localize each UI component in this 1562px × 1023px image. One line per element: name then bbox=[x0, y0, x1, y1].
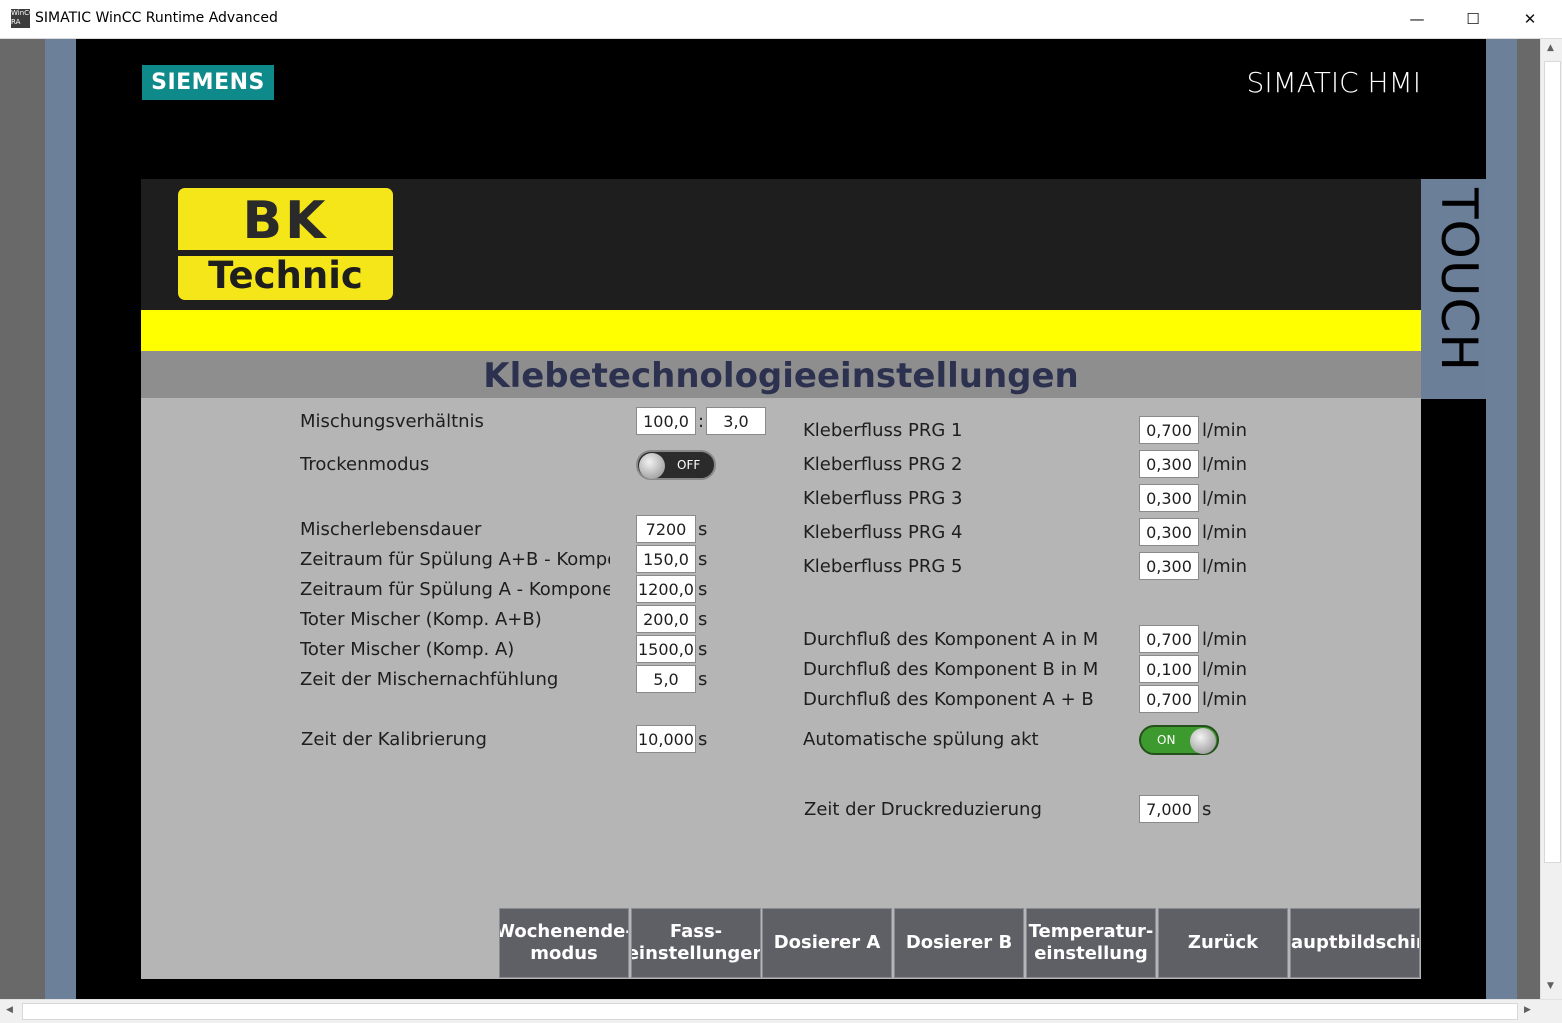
mixer-life-field[interactable]: 7200 bbox=[636, 515, 696, 543]
dispenser-a-button[interactable]: Dosierer A bbox=[762, 908, 892, 978]
flow-label: Kleberfluss PRG 1 bbox=[803, 420, 963, 441]
button-label: Temperatur- einstellung bbox=[1028, 921, 1154, 964]
logo-technic-text: Technic bbox=[208, 254, 363, 297]
siemens-logo: SIEMENS bbox=[142, 65, 274, 100]
dispenser-b-button[interactable]: Dosierer B bbox=[894, 908, 1024, 978]
horizontal-scrollbar[interactable]: ◀ ▶ bbox=[0, 999, 1562, 1023]
button-label: Dosierer B bbox=[905, 932, 1013, 953]
dry-mode-label: Trockenmodus bbox=[300, 454, 430, 475]
param-label: Mischerlebensdauer bbox=[300, 519, 482, 540]
flow-comp-b-field[interactable]: 0,100 bbox=[1139, 655, 1199, 683]
glue-flow-prg4-field[interactable]: 0,300 bbox=[1139, 518, 1199, 546]
unit-label: s bbox=[698, 579, 708, 600]
unit-label: s bbox=[1202, 799, 1212, 820]
throughflow-label: Durchfluß des Komponent A in Mar bbox=[803, 629, 1099, 650]
minimize-button[interactable]: — bbox=[1388, 0, 1446, 38]
calibration-field[interactable]: 10,000 bbox=[636, 725, 696, 753]
calibration-label: Zeit der Kalibrierung bbox=[301, 729, 487, 750]
unit-label: s bbox=[698, 609, 708, 630]
param-label: Zeitraum für Spülung A - Kompone bbox=[300, 579, 610, 600]
pressure-reduction-label: Zeit der Druckreduzierung bbox=[804, 799, 1042, 820]
scroll-up-icon[interactable]: ▲ bbox=[1547, 43, 1554, 53]
glue-flow-prg5-field[interactable]: 0,300 bbox=[1139, 552, 1199, 580]
glue-flow-prg1-field[interactable]: 0,700 bbox=[1139, 416, 1199, 444]
wincc-app-icon: WinCC RA bbox=[11, 9, 34, 28]
logo-bk-text: BK bbox=[186, 194, 385, 248]
weekend-mode-button[interactable]: Wochenende- modus bbox=[499, 908, 629, 978]
button-label: Zurück bbox=[1187, 932, 1259, 953]
auto-flush-state: ON bbox=[1157, 733, 1176, 747]
temperature-settings-button[interactable]: Temperatur- einstellung bbox=[1026, 908, 1156, 978]
unit-label: s bbox=[698, 549, 708, 570]
auto-flush-label: Automatische spülung aktivi bbox=[803, 729, 1039, 750]
unit-label: l/min bbox=[1202, 420, 1248, 441]
window-titlebar: WinCC RA SIMATIC WinCC Runtime Advanced … bbox=[0, 0, 1562, 39]
vertical-scrollbar[interactable]: ▲ ▼ bbox=[1540, 39, 1562, 999]
page-title: Klebetechnologieeinstellungen bbox=[483, 356, 1079, 396]
flow-comp-ab-field[interactable]: 0,700 bbox=[1139, 685, 1199, 713]
flow-label: Kleberfluss PRG 4 bbox=[803, 522, 963, 543]
auto-flush-toggle[interactable]: ON bbox=[1139, 725, 1219, 755]
mix-ratio-label: Mischungsverhältnis bbox=[300, 411, 484, 432]
unit-label: s bbox=[698, 639, 708, 660]
unit-label: l/min bbox=[1202, 454, 1248, 475]
flow-label: Kleberfluss PRG 2 bbox=[803, 454, 963, 475]
barrel-settings-button[interactable]: Fass- einstellungen bbox=[631, 908, 761, 978]
panel-bezel-right bbox=[1486, 39, 1517, 999]
unit-label: l/min bbox=[1202, 488, 1248, 509]
unit-label: l/min bbox=[1202, 556, 1248, 577]
bk-technic-logo: BK Technic bbox=[178, 188, 393, 300]
unit-label: s bbox=[698, 519, 708, 540]
vertical-scroll-thumb[interactable] bbox=[1544, 61, 1561, 863]
window-title: SIMATIC WinCC Runtime Advanced bbox=[35, 10, 278, 26]
button-label: Dosierer A bbox=[773, 932, 881, 953]
main-screen-button[interactable]: auptbildschiı bbox=[1290, 908, 1420, 978]
touch-label: TOUCH bbox=[1430, 188, 1488, 373]
flush-a-field[interactable]: 1200,0 bbox=[636, 575, 696, 603]
panel-bezel-left bbox=[45, 39, 76, 999]
scroll-down-icon[interactable]: ▼ bbox=[1547, 981, 1554, 991]
scroll-left-icon[interactable]: ◀ bbox=[6, 1005, 13, 1015]
simatic-hmi-label: SIMATIC HMI bbox=[1246, 66, 1421, 99]
throughflow-label: Durchfluß des Komponent A + B in bbox=[803, 689, 1099, 710]
unit-label: l/min bbox=[1202, 659, 1248, 680]
glue-flow-prg3-field[interactable]: 0,300 bbox=[1139, 484, 1199, 512]
flow-comp-a-field[interactable]: 0,700 bbox=[1139, 625, 1199, 653]
toggle-knob bbox=[1190, 728, 1216, 754]
mix-ratio-separator: : bbox=[698, 411, 705, 432]
back-button[interactable]: Zurück bbox=[1158, 908, 1288, 978]
mix-ratio-b-field[interactable]: 3,0 bbox=[706, 407, 766, 435]
throughflow-label: Durchfluß des Komponent B in Mar bbox=[803, 659, 1099, 680]
scroll-right-icon[interactable]: ▶ bbox=[1524, 1005, 1531, 1015]
flow-label: Kleberfluss PRG 5 bbox=[803, 556, 963, 577]
unit-label: l/min bbox=[1202, 522, 1248, 543]
close-button[interactable]: ✕ bbox=[1501, 0, 1559, 38]
button-label: Fass- einstellungen bbox=[631, 921, 761, 964]
param-label: Toter Mischer (Komp. A+B) bbox=[300, 609, 542, 630]
dry-mode-state: OFF bbox=[677, 458, 701, 472]
mixer-refill-field[interactable]: 5,0 bbox=[636, 665, 696, 693]
flow-label: Kleberfluss PRG 3 bbox=[803, 488, 963, 509]
unit-label: l/min bbox=[1202, 629, 1248, 650]
unit-label: l/min bbox=[1202, 689, 1248, 710]
maximize-button[interactable]: ☐ bbox=[1444, 0, 1502, 38]
button-label: auptbildschiı bbox=[1291, 932, 1420, 953]
param-label: Zeitraum für Spülung A+B - Kompor bbox=[300, 549, 610, 570]
button-label: Wochenende- modus bbox=[499, 921, 629, 964]
horizontal-scroll-thumb[interactable] bbox=[22, 1003, 1518, 1020]
unit-label: s bbox=[698, 669, 708, 690]
toggle-knob bbox=[639, 453, 665, 479]
mix-ratio-a-field[interactable]: 100,0 bbox=[636, 407, 696, 435]
yellow-band bbox=[141, 310, 1421, 351]
hmi-screen: BK Technic Klebetechnologieeinstellungen… bbox=[141, 179, 1421, 979]
unit-label: s bbox=[698, 729, 708, 750]
dead-mixer-ab-field[interactable]: 200,0 bbox=[636, 605, 696, 633]
param-label: Zeit der Mischernachfühlung bbox=[300, 669, 559, 690]
dead-mixer-a-field[interactable]: 1500,0 bbox=[636, 635, 696, 663]
flush-ab-field[interactable]: 150,0 bbox=[636, 545, 696, 573]
glue-flow-prg2-field[interactable]: 0,300 bbox=[1139, 450, 1199, 478]
pressure-reduction-field[interactable]: 7,000 bbox=[1139, 795, 1199, 823]
param-label: Toter Mischer (Komp. A) bbox=[300, 639, 515, 660]
dry-mode-toggle[interactable]: OFF bbox=[636, 450, 716, 480]
